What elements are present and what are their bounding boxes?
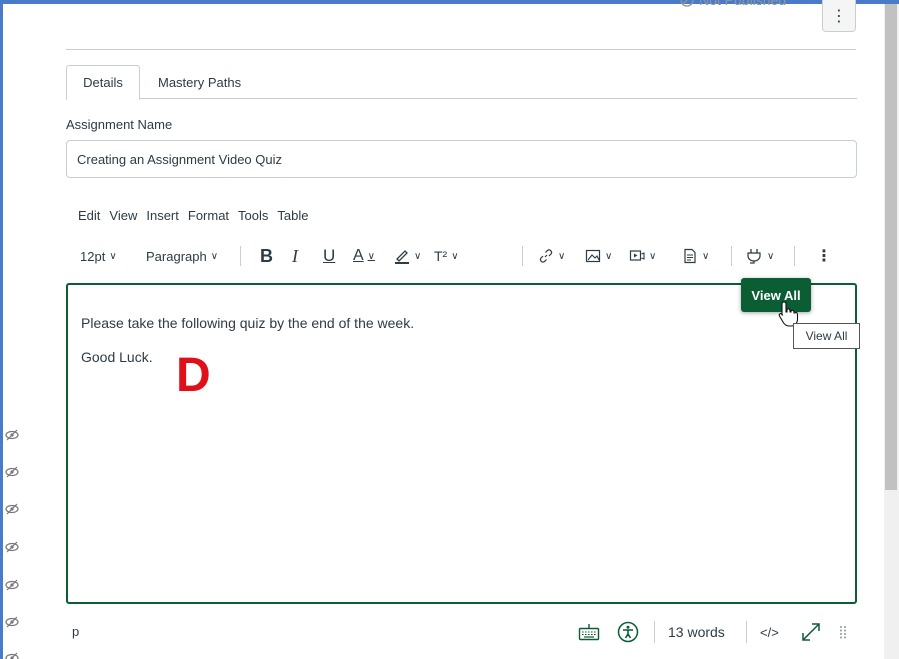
highlighter-icon bbox=[395, 250, 409, 264]
tab-mastery-paths[interactable]: Mastery Paths bbox=[158, 65, 241, 99]
document-button[interactable]: ∨ bbox=[682, 242, 709, 270]
tab-mastery-paths-label: Mastery Paths bbox=[158, 74, 242, 90]
visibility-icon-column bbox=[3, 0, 23, 659]
element-path[interactable]: p bbox=[72, 624, 79, 639]
chevron-down-icon: ∨ bbox=[451, 250, 459, 262]
editor-paragraph[interactable]: Good Luck. bbox=[81, 349, 153, 365]
eye-slash-icon[interactable] bbox=[5, 651, 19, 659]
kebab-icon: ⋮ bbox=[816, 248, 832, 265]
eye-slash-icon[interactable] bbox=[5, 502, 19, 516]
block-format-dropdown[interactable]: Paragraph ∨ bbox=[146, 242, 218, 270]
publish-status[interactable]: Not Published bbox=[680, 0, 786, 14]
accessibility-checker-button[interactable] bbox=[617, 620, 639, 644]
toolbar-separator bbox=[240, 246, 241, 266]
editor-menubar: Edit View Insert Format Tools Table bbox=[78, 208, 308, 226]
link-button[interactable]: ∨ bbox=[538, 242, 565, 270]
header-divider bbox=[66, 49, 856, 50]
chevron-down-icon: ∨ bbox=[367, 250, 375, 262]
chevron-down-icon: ∨ bbox=[649, 250, 657, 262]
link-icon bbox=[539, 249, 553, 263]
menu-insert[interactable]: Insert bbox=[146, 208, 179, 226]
image-icon bbox=[585, 249, 601, 263]
bold-icon: B bbox=[260, 245, 273, 266]
view-all-tooltip: View All bbox=[793, 323, 860, 349]
chevron-down-icon: ∨ bbox=[210, 250, 219, 262]
toolbar-separator bbox=[522, 246, 523, 266]
eye-slash-icon[interactable] bbox=[5, 578, 19, 592]
menu-format[interactable]: Format bbox=[188, 208, 229, 226]
chevron-down-icon: ∨ bbox=[767, 250, 775, 262]
apps-plugin-button[interactable]: ∨ bbox=[745, 242, 774, 270]
menu-view[interactable]: View bbox=[109, 208, 137, 226]
menu-edit[interactable]: Edit bbox=[78, 208, 100, 226]
accessibility-icon bbox=[617, 621, 639, 643]
chevron-down-icon: ∨ bbox=[605, 250, 613, 262]
keyboard-icon bbox=[578, 624, 600, 641]
tab-details-label: Details bbox=[83, 75, 123, 90]
assignment-name-label: Assignment Name bbox=[66, 117, 173, 132]
block-format-value: Paragraph bbox=[146, 248, 207, 264]
image-button[interactable]: ∨ bbox=[585, 242, 612, 270]
keyboard-shortcuts-button[interactable] bbox=[578, 620, 600, 644]
document-icon bbox=[684, 248, 696, 264]
underline-button[interactable]: U bbox=[323, 242, 335, 270]
italic-icon: I bbox=[292, 245, 298, 266]
tab-details[interactable]: Details bbox=[66, 65, 140, 100]
fullscreen-icon bbox=[802, 623, 820, 641]
text-color-icon: A bbox=[353, 247, 364, 264]
chevron-down-icon: ∨ bbox=[414, 250, 422, 262]
eye-slash-icon[interactable] bbox=[5, 540, 19, 554]
text-color-button[interactable]: A ∨ bbox=[353, 242, 375, 270]
kebab-icon: ⋮ bbox=[831, 7, 847, 25]
chevron-down-icon: ∨ bbox=[109, 250, 117, 262]
eye-slash-icon[interactable] bbox=[5, 428, 19, 442]
more-toolbar-button[interactable]: ⋮ bbox=[816, 242, 832, 270]
more-options-button[interactable]: ⋮ bbox=[822, 0, 856, 32]
tab-bar: Details Mastery Paths bbox=[66, 65, 857, 100]
unpublished-icon bbox=[680, 0, 694, 7]
word-count: 13 words bbox=[668, 624, 725, 640]
scrollbar-thumb[interactable] bbox=[885, 4, 897, 490]
eye-slash-icon[interactable] bbox=[5, 615, 19, 629]
rich-content-editor[interactable]: Please take the following quiz by the en… bbox=[66, 283, 857, 604]
chevron-down-icon: ∨ bbox=[558, 250, 566, 262]
statusbar-separator bbox=[746, 621, 747, 643]
media-icon bbox=[629, 250, 645, 261]
toolbar-separator bbox=[794, 246, 795, 266]
font-size-value: 12pt bbox=[80, 248, 106, 264]
annotation-letter: D bbox=[176, 349, 211, 402]
eye-slash-icon[interactable] bbox=[5, 465, 19, 479]
highlight-color-button[interactable]: ∨ bbox=[394, 242, 421, 270]
resize-grip-icon bbox=[840, 626, 846, 639]
underline-icon: U bbox=[323, 246, 336, 265]
editor-statusbar: p 13 words </> bbox=[66, 616, 857, 648]
toolbar-separator bbox=[731, 246, 732, 266]
media-button[interactable]: ∨ bbox=[629, 242, 656, 270]
plug-icon bbox=[747, 249, 761, 264]
superscript-button[interactable]: T² ∨ bbox=[434, 242, 459, 270]
chevron-down-icon: ∨ bbox=[702, 250, 710, 262]
editor-paragraph[interactable]: Please take the following quiz by the en… bbox=[81, 315, 414, 331]
editor-toolbar: 12pt ∨ Paragraph ∨ B I U A ∨ ∨ T² ∨ ∨ ∨ ∨ ∨ … bbox=[72, 242, 852, 270]
publish-status-label: Not Published bbox=[699, 0, 787, 8]
bold-button[interactable]: B bbox=[260, 242, 273, 270]
resize-handle[interactable] bbox=[838, 620, 848, 644]
assignment-name-input[interactable] bbox=[66, 140, 857, 178]
italic-button[interactable]: I bbox=[292, 242, 298, 270]
html-editor-toggle[interactable]: </> bbox=[760, 620, 779, 644]
superscript-icon: T² bbox=[434, 248, 448, 264]
menu-tools[interactable]: Tools bbox=[238, 208, 268, 226]
statusbar-separator bbox=[654, 621, 655, 643]
fullscreen-button[interactable] bbox=[800, 620, 822, 644]
menu-table[interactable]: Table bbox=[277, 208, 308, 226]
font-size-dropdown[interactable]: 12pt ∨ bbox=[80, 242, 117, 270]
